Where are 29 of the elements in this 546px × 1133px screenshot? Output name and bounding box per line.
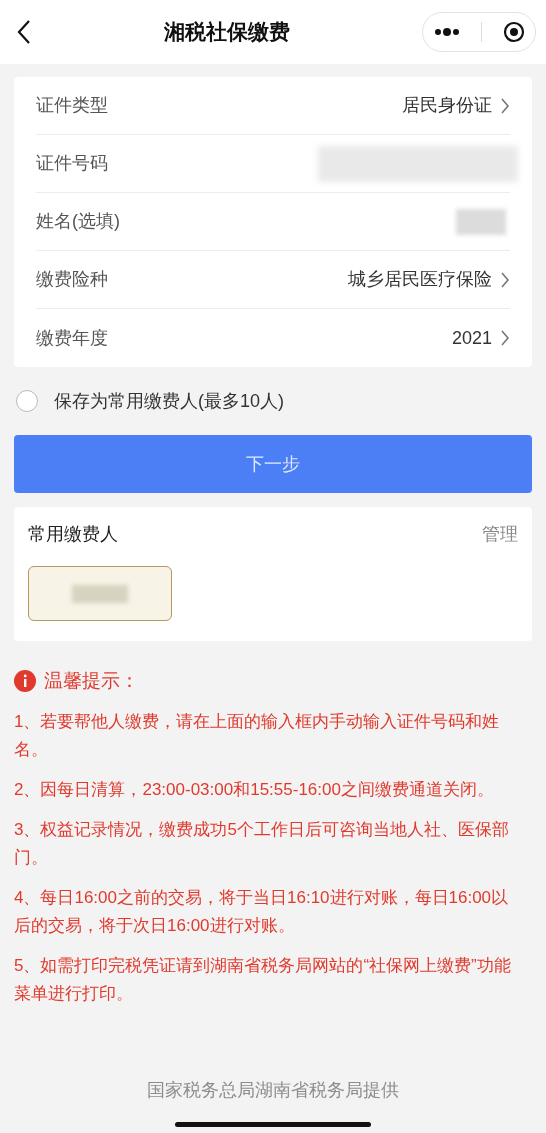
field-label: 证件类型 [36, 94, 108, 117]
masked-value[interactable] [456, 208, 506, 235]
select-field[interactable]: 2021 [451, 324, 510, 352]
chevron-right-icon [500, 270, 510, 289]
page-title: 湘税社保缴费 [164, 19, 290, 46]
field-label: 证件号码 [36, 152, 108, 175]
close-icon[interactable] [502, 21, 525, 43]
field-label: 缴费险种 [36, 268, 108, 291]
select-field[interactable]: 居民身份证 [402, 92, 510, 119]
manage-link[interactable]: 管理 [482, 521, 518, 548]
chevron-right-icon [500, 329, 510, 347]
back-icon[interactable] [16, 19, 32, 45]
more-icon[interactable] [433, 28, 460, 36]
chevron-right-icon [500, 96, 510, 115]
info-icon [14, 670, 36, 693]
field-label: 缴费年度 [36, 326, 108, 350]
checkbox[interactable] [16, 390, 38, 412]
tip-text: 2、因每日清算，23:00-03:00和15:55-16:00之间缴费通道关闭。 [14, 778, 495, 801]
payer-card[interactable] [28, 566, 172, 621]
select-field[interactable]: 城乡居民医疗保险 [348, 266, 510, 293]
tip-text: 1、若要帮他人缴费，请在上面的输入框内手动输入证件号码和姓名。 [14, 710, 501, 761]
section-title: 常用缴费人 [28, 523, 118, 546]
tips-title: 温馨提示： [44, 669, 139, 693]
checkbox-label: 保存为常用缴费人(最多10人) [54, 389, 284, 413]
tip-text: 4、每日16:00之前的交易，将于当日16:10进行对账，每日16:00以后的交易，将于次日16:00进行对账。 [14, 886, 510, 937]
field-label: 姓名(选填) [36, 210, 120, 233]
tip-text: 3、权益记录情况，缴费成功5个工作日后可咨询当地人社、医保部门。 [14, 818, 510, 869]
tip-text: 5、如需打印完税凭证请到湖南省税务局网站的“社保网上缴费”功能菜单进行打印。 [14, 954, 512, 1005]
footer-text: 国家税务总局湖南省税务局提供 [147, 1079, 399, 1102]
